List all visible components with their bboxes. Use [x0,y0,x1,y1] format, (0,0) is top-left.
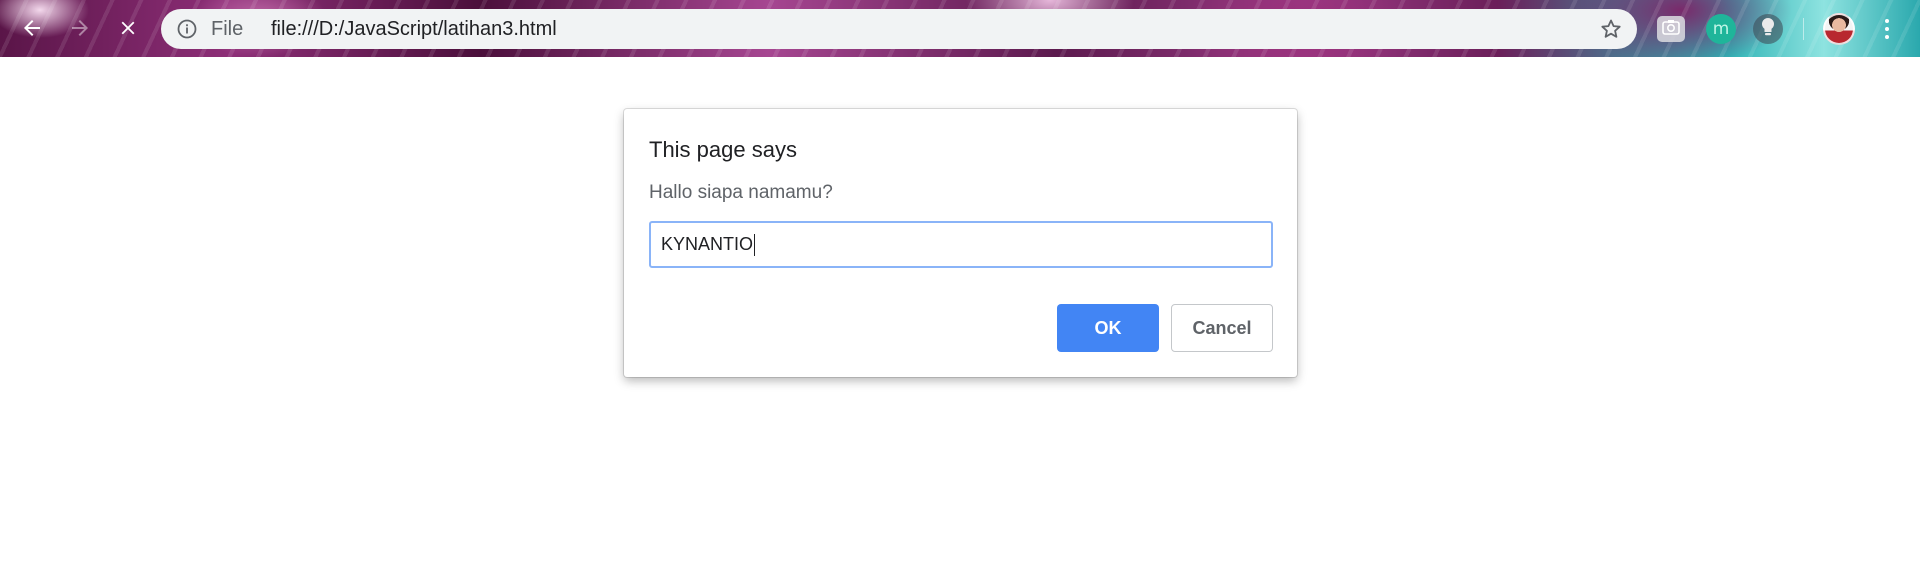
forward-button[interactable] [62,10,98,46]
prompt-input[interactable]: KYNANTIO [649,221,1273,268]
forward-arrow-icon [68,16,92,40]
m-extension-icon: m [1712,19,1730,39]
url-input[interactable] [271,9,1551,49]
back-arrow-icon [20,16,44,40]
toolbar-divider [1803,18,1804,40]
browser-toolbar: File m [0,0,1920,57]
prompt-dialog: This page says Hallo siapa namamu? KYNAN… [624,109,1297,377]
scheme-label: File [211,18,244,40]
ok-button[interactable]: OK [1057,304,1159,352]
page-content: This page says Hallo siapa namamu? KYNAN… [0,57,1920,570]
text-caret [754,233,756,256]
m-extension-button[interactable]: m [1706,14,1736,44]
address-bar[interactable]: File [161,9,1637,49]
info-icon[interactable] [177,19,197,39]
lightbulb-icon [1760,17,1776,42]
lightbulb-extension-button[interactable] [1753,14,1783,44]
dialog-title: This page says [649,137,797,162]
stop-loading-button[interactable] [110,10,146,46]
prompt-input-value: KYNANTIO [661,234,754,254]
back-button[interactable] [14,10,50,46]
camera-extension-button[interactable] [1657,16,1685,42]
cancel-button[interactable]: Cancel [1171,304,1273,352]
star-icon[interactable] [1599,17,1623,41]
close-icon [117,17,139,39]
avatar[interactable] [1823,13,1855,45]
camera-icon [1662,19,1680,40]
more-vert-icon[interactable] [1875,14,1899,44]
dialog-message: Hallo siapa namamu? [649,182,833,203]
